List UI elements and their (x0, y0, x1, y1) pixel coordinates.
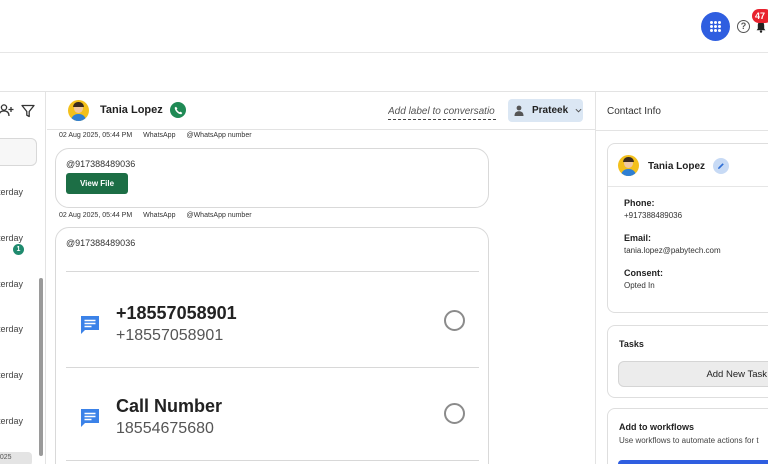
add-label-input[interactable] (388, 103, 496, 120)
divider (66, 460, 479, 461)
tasks-heading: Tasks (619, 339, 644, 349)
conversation-search-input[interactable] (0, 138, 37, 166)
dialpad-button[interactable] (701, 12, 730, 41)
phone-label: Phone: (624, 198, 655, 208)
message-meta: 02 Aug 2025, 05:44 PM WhatsApp @WhatsApp n… (59, 212, 263, 219)
workflows-heading: Add to workflows (619, 422, 694, 432)
edit-contact-button[interactable] (713, 158, 729, 174)
message-channel: WhatsApp (143, 212, 176, 219)
panel-title: Contact Info (607, 106, 661, 117)
unread-count-badge: 1 (13, 244, 24, 255)
tasks-card: Tasks Add New Task (607, 325, 768, 398)
message-icon (81, 409, 99, 427)
list-item-time[interactable]: terday (0, 233, 23, 243)
add-new-task-button[interactable]: Add New Task (618, 361, 768, 387)
message-bubble: @917388489036 +18557058901 +18557058901 … (55, 227, 489, 464)
contact-name: Tania Lopez (648, 161, 706, 172)
avatar (618, 155, 639, 176)
top-bar: ? 47 (0, 0, 768, 53)
email-value: tania.lopez@pabytech.com (624, 246, 721, 255)
message-channel: WhatsApp (143, 132, 176, 139)
phone-value: +917388489036 (624, 211, 683, 220)
conversation-header: Tania Lopez Prateek (47, 92, 595, 130)
message-bubble: @917388489036 View File (55, 148, 489, 208)
assignee-dropdown[interactable]: Prateek (508, 99, 583, 122)
contact-info-panel: Contact Info Tania Lopez Phone: +9173884… (595, 92, 768, 464)
list-item-time[interactable]: terday (0, 279, 23, 289)
list-item-time[interactable]: terday (0, 324, 23, 334)
message-handle: @WhatsApp number (186, 132, 252, 139)
contact-card: Tania Lopez Phone: +917388489036 Email: … (607, 143, 768, 313)
message-date: 02 Aug 2025, 05:44 PM (59, 132, 133, 139)
message-phone: @917388489036 (66, 159, 136, 169)
filter-icon[interactable] (21, 104, 35, 118)
message-thread: 02 Aug 2025, 05:44 PM WhatsApp @WhatsApp n… (47, 130, 595, 464)
list-option[interactable]: Call Number 18554675680 (66, 391, 479, 451)
list-item-time[interactable]: terday (0, 187, 23, 197)
assignee-name: Prateek (532, 105, 569, 116)
add-contact-icon[interactable] (0, 103, 14, 117)
message-handle: @WhatsApp number (186, 212, 252, 219)
divider (66, 367, 479, 368)
list-item-time[interactable]: terday (0, 370, 23, 380)
option-radio[interactable] (444, 310, 465, 331)
chevron-down-icon (575, 108, 582, 113)
avatar (68, 100, 89, 121)
pencil-icon (718, 163, 724, 169)
option-title: +18557058901 (116, 303, 237, 323)
message-meta: 02 Aug 2025, 05:44 PM WhatsApp @WhatsApp n… (59, 132, 263, 139)
workflows-card: Add to workflows Use workflows to automa… (607, 408, 768, 464)
divider (66, 271, 479, 272)
email-label: Email: (624, 233, 652, 243)
person-icon (514, 105, 524, 116)
message-icon (81, 316, 99, 334)
conversation-list: terday terday 1 terday terday terday ter… (0, 92, 46, 464)
add-to-workflow-button[interactable] (618, 460, 768, 464)
option-subtitle: +18557058901 (116, 327, 224, 344)
dialpad-icon (710, 21, 721, 32)
view-file-button[interactable]: View File (66, 173, 128, 194)
list-item-time[interactable]: terday (0, 416, 23, 426)
message-date: 02 Aug 2025, 05:44 PM (59, 212, 133, 219)
workflows-subtitle: Use workflows to automate actions for t (619, 436, 759, 445)
call-button[interactable] (170, 102, 186, 118)
notification-badge: 47 (752, 9, 768, 23)
list-scrollbar[interactable] (39, 278, 43, 456)
option-subtitle: 18554675680 (116, 420, 214, 437)
list-option[interactable]: +18557058901 +18557058901 (66, 298, 479, 358)
secondary-toolbar (0, 53, 768, 92)
option-radio[interactable] (444, 403, 465, 424)
consent-label: Consent: (624, 268, 663, 278)
phone-icon (174, 106, 182, 114)
option-title: Call Number (116, 396, 223, 416)
list-item-chip[interactable]: 2025 (0, 452, 32, 464)
message-phone: @917388489036 (66, 238, 136, 248)
conversation-contact-name[interactable]: Tania Lopez (100, 104, 163, 116)
consent-value: Opted In (624, 281, 655, 290)
help-icon[interactable]: ? (737, 20, 750, 33)
